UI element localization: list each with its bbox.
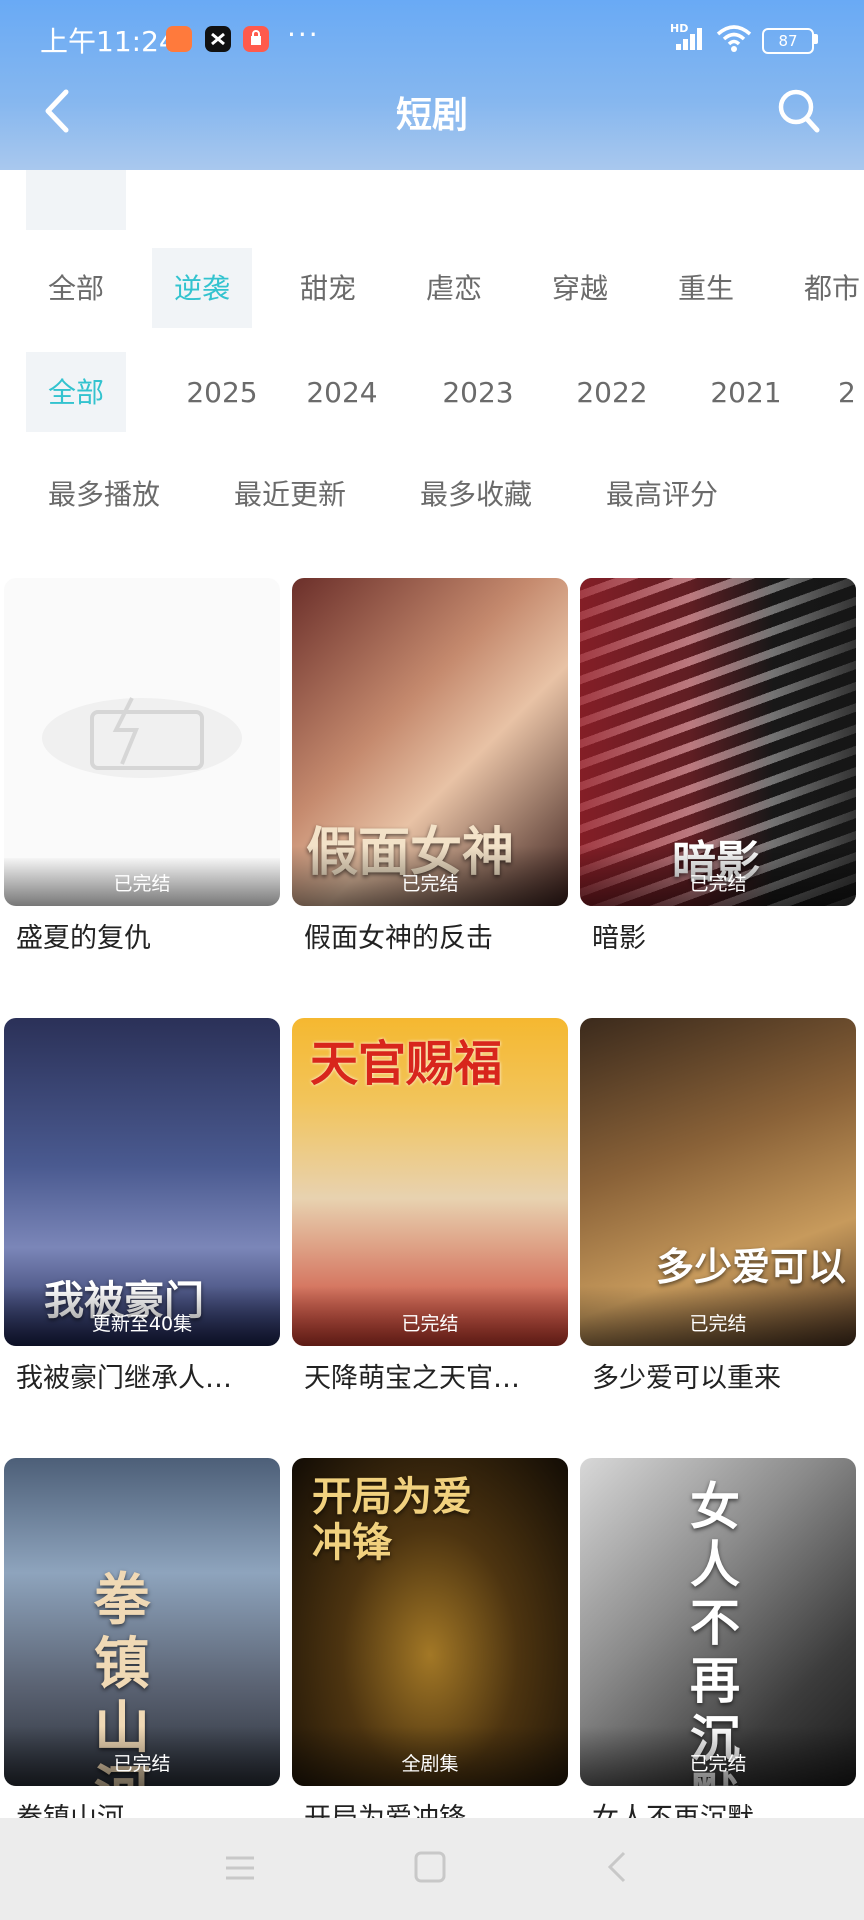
poster-title-art: 天官赐福 [310, 1036, 503, 1092]
signal-icon: HD [670, 22, 708, 52]
battery-indicator: 87 [762, 28, 814, 54]
filter-genre-rebirth[interactable]: 重生 [656, 248, 756, 328]
shopping-bag-icon [243, 26, 269, 52]
sort-most-favorited[interactable]: 最多收藏 [406, 454, 546, 534]
filter-row-sort: 最多播放 最近更新 最多收藏 最高评分 [0, 454, 864, 534]
poster-title-art: 多少爱可以 [656, 1244, 847, 1289]
drama-poster[interactable]: 拳镇山河 已完结 [4, 1458, 280, 1786]
search-icon [778, 89, 820, 133]
drama-status: 已完结 [113, 1753, 171, 1775]
drama-poster[interactable]: 已完结 [4, 578, 280, 906]
battery-tip [814, 34, 818, 44]
drama-card[interactable]: 拳镇山河 已完结 拳镇山河 [4, 1458, 280, 1835]
filter-genre-angst[interactable]: 虐恋 [404, 248, 504, 328]
drama-status: 更新至40集 [91, 1313, 193, 1335]
drama-poster[interactable]: 多少爱可以 已完结 [580, 1018, 856, 1346]
home-icon[interactable] [412, 1848, 448, 1886]
filter-year-2021[interactable]: 2021 [692, 352, 800, 432]
drama-poster[interactable]: 假面女神 已完结 [292, 578, 568, 906]
drama-status: 已完结 [689, 1313, 747, 1335]
sort-most-played[interactable]: 最多播放 [34, 454, 174, 534]
wifi-icon [716, 24, 752, 56]
drama-poster[interactable]: 开局为爱冲锋 全剧集 [292, 1458, 568, 1786]
filter-row-year: 全部 2025 2024 2023 2022 2021 2 [0, 352, 864, 432]
drama-card[interactable]: 暗影 已完结 暗影 [580, 578, 856, 955]
status-bar: 上午11:24 ··· HD 87 [0, 0, 864, 78]
poster-title-art: 开局为爱冲锋 [312, 1473, 472, 1566]
filter-genre-urban[interactable]: 都市 [782, 248, 864, 328]
drama-status: 已完结 [401, 1313, 459, 1335]
menu-icon[interactable] [222, 1850, 258, 1886]
sort-top-rated[interactable]: 最高评分 [592, 454, 732, 534]
filter-year-2022[interactable]: 2022 [558, 352, 666, 432]
drama-card[interactable]: 已完结 盛夏的复仇 [4, 578, 280, 955]
network-type-label: HD [670, 22, 689, 35]
drama-card[interactable]: 我被豪门 更新至40集 我被豪门继承人… [4, 1018, 280, 1395]
drama-title[interactable]: 盛夏的复仇 [4, 916, 280, 955]
filter-genre-all[interactable]: 全部 [26, 248, 126, 328]
drama-card[interactable]: 女人不再沉默 已完结 女人不再沉默 [580, 1458, 856, 1835]
drama-status: 已完结 [689, 1753, 747, 1775]
drama-card[interactable]: 假面女神 已完结 假面女神的反击 [292, 578, 568, 955]
drama-card[interactable]: 多少爱可以 已完结 多少爱可以重来 [580, 1018, 856, 1395]
status-time: 上午11:24 [40, 25, 177, 58]
search-button[interactable] [776, 86, 822, 136]
drama-poster[interactable]: 我被豪门 更新至40集 [4, 1018, 280, 1346]
filter-year-all[interactable]: 全部 [26, 352, 126, 432]
filter-genre-comeback[interactable]: 逆袭 [152, 248, 252, 328]
filter-year-2024[interactable]: 2024 [288, 352, 396, 432]
filter-row-genre: 全部 逆袭 甜宠 虐恋 穿越 重生 都市 [0, 248, 864, 328]
app-header: 上午11:24 ··· HD 87 短剧 [0, 0, 864, 170]
drama-title[interactable]: 多少爱可以重来 [580, 1356, 856, 1395]
drama-title[interactable]: 我被豪门继承人… [4, 1356, 280, 1395]
system-navigation-bar [0, 1818, 864, 1920]
capcut-icon [205, 26, 231, 52]
drama-status: 全剧集 [401, 1753, 459, 1775]
filter-year-2025[interactable]: 2025 [152, 352, 292, 432]
drama-poster[interactable]: 女人不再沉默 已完结 [580, 1458, 856, 1786]
drama-title[interactable]: 假面女神的反击 [292, 916, 568, 955]
filter-year-more[interactable]: 2 [838, 352, 864, 432]
filter-year-2023[interactable]: 2023 [424, 352, 532, 432]
drama-card[interactable]: 天官赐福 已完结 天降萌宝之天官… [292, 1018, 568, 1395]
back-nav-icon[interactable] [600, 1848, 636, 1886]
notification-app-icon [166, 26, 192, 52]
drama-status: 已完结 [689, 873, 747, 895]
drama-status: 已完结 [401, 873, 459, 895]
image-placeholder-icon [42, 697, 242, 778]
filter-genre-time-travel[interactable]: 穿越 [530, 248, 630, 328]
drama-title[interactable]: 暗影 [580, 916, 856, 955]
drama-poster[interactable]: 暗影 已完结 [580, 578, 856, 906]
more-notifications: ··· [287, 18, 320, 51]
drama-poster[interactable]: 天官赐福 已完结 [292, 1018, 568, 1346]
page-title: 短剧 [395, 95, 468, 136]
filter-genre-sweet[interactable]: 甜宠 [278, 248, 378, 328]
drama-status: 已完结 [113, 873, 171, 895]
sort-recently-updated[interactable]: 最近更新 [220, 454, 360, 534]
drama-card[interactable]: 开局为爱冲锋 全剧集 开局为爱冲锋 [292, 1458, 568, 1835]
drama-title[interactable]: 天降萌宝之天官… [292, 1356, 568, 1395]
